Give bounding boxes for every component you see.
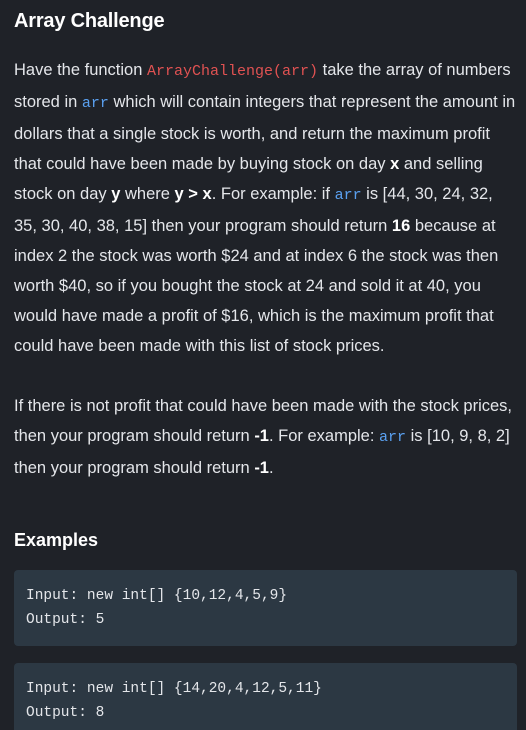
example-output: Output: 5 xyxy=(26,612,105,628)
description-paragraph-1: Have the function ArrayChallenge(arr) ta… xyxy=(14,55,518,361)
bold-minus-one: -1 xyxy=(254,427,269,445)
example-code-block: Input: new int[] {10,12,4,5,9} Output: 5 xyxy=(14,570,517,646)
example-code-block: Input: new int[] {14,20,4,12,5,11} Outpu… xyxy=(14,663,517,730)
challenge-description: Have the function ArrayChallenge(arr) ta… xyxy=(14,55,518,483)
examples-heading: Examples xyxy=(14,530,99,550)
challenge-panel: Array Challenge Have the function ArrayC… xyxy=(0,0,526,730)
arr-variable-code: arr xyxy=(81,95,109,112)
bold-x: x xyxy=(390,155,400,173)
bold-y-greater-x: y > x xyxy=(174,185,212,203)
text: . For example: if xyxy=(211,185,335,203)
arr-variable-code: arr xyxy=(379,429,407,446)
arr-variable-code: arr xyxy=(334,187,362,204)
example-output: Output: 8 xyxy=(26,705,105,721)
bold-answer-16: 16 xyxy=(391,217,411,235)
text: because at index 2 the stock was worth $… xyxy=(14,217,499,355)
bold-minus-one: -1 xyxy=(254,459,269,477)
description-paragraph-2: If there is not profit that could have b… xyxy=(14,391,518,483)
text: . xyxy=(268,459,274,477)
function-name-code: ArrayChallenge(arr) xyxy=(147,63,319,80)
text: where xyxy=(120,185,175,203)
text: . For example: xyxy=(268,427,380,445)
text: Have the function xyxy=(14,61,147,79)
example-input: Input: new int[] {14,20,4,12,5,11} xyxy=(26,681,322,697)
example-input: Input: new int[] {10,12,4,5,9} xyxy=(26,588,288,604)
challenge-title: Array Challenge xyxy=(14,10,165,32)
